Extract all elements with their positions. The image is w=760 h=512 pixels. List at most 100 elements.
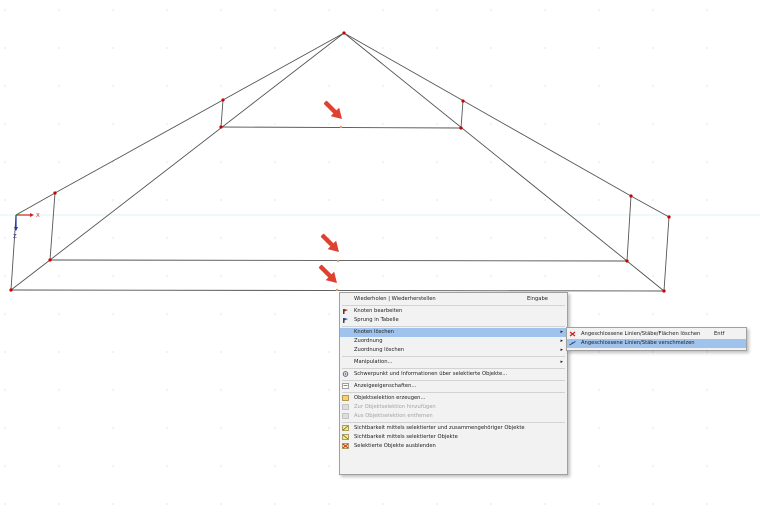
- grid-dot: [436, 47, 438, 49]
- node-selected[interactable]: [339, 125, 343, 129]
- grid-dot: [652, 427, 654, 429]
- merge-lines-icon: [569, 340, 577, 347]
- grid-dot: [112, 313, 114, 315]
- node[interactable]: [459, 126, 463, 130]
- menu-item[interactable]: Objektselektion erzeugen...: [340, 394, 567, 403]
- grid-dot: [4, 85, 6, 87]
- grid-dot: [598, 427, 600, 429]
- menu-item: Zur Objektselektion hinzufügen: [340, 403, 567, 412]
- grid-dot: [598, 47, 600, 49]
- member-line: [10, 259, 51, 291]
- context-menu[interactable]: Wiederholen | Wiederherstellen Eingabe Kno…: [339, 292, 568, 475]
- grid-dot: [220, 85, 222, 87]
- node[interactable]: [667, 215, 671, 219]
- grid-dot: [274, 9, 276, 11]
- grid-dot: [4, 9, 6, 11]
- member-line: [49, 192, 56, 261]
- menu-separator: [342, 380, 565, 381]
- grid-dot: [598, 161, 600, 163]
- grid-dot: [274, 237, 276, 239]
- grid-dot: [544, 275, 546, 277]
- grid-dot: [166, 503, 168, 505]
- grid-dot: [58, 389, 60, 391]
- grid-dot: [598, 351, 600, 353]
- grid-dot: [382, 123, 384, 125]
- node[interactable]: [48, 258, 52, 262]
- grid-dot: [274, 351, 276, 353]
- node-selected[interactable]: [335, 288, 339, 292]
- grid-dot: [220, 503, 222, 505]
- node[interactable]: [53, 191, 57, 195]
- menu-item-label: Angeschlossene Linien/Stäbe verschmelzen: [581, 340, 695, 346]
- submenu-arrow-icon: ▸: [560, 359, 563, 365]
- menu-item[interactable]: Angeschlossene Linien/Stäbe/Flächen lösc…: [567, 330, 746, 339]
- node[interactable]: [219, 125, 223, 129]
- grid-dot: [706, 47, 708, 49]
- grid-dot: [490, 9, 492, 11]
- grid-dot: [112, 465, 114, 467]
- grid-dot: [58, 275, 60, 277]
- menu-item[interactable]: Wiederholen | Wiederherstellen Eingabe: [340, 295, 567, 304]
- display-properties-icon: [342, 383, 350, 390]
- member-line: [49, 32, 345, 261]
- menu-item[interactable]: Manipulation... ▸: [340, 358, 567, 367]
- grid-dot: [58, 427, 60, 429]
- node[interactable]: [342, 31, 346, 35]
- node[interactable]: [629, 194, 633, 198]
- node[interactable]: [625, 259, 629, 263]
- menu-item[interactable]: Schwerpunkt und Informationen über selek…: [340, 370, 567, 379]
- grid-dot: [220, 161, 222, 163]
- grid-dot: [58, 351, 60, 353]
- grid-dot: [652, 123, 654, 125]
- grid-dot: [220, 9, 222, 11]
- menu-item[interactable]: Angeschlossene Linien/Stäbe verschmelzen: [567, 339, 746, 348]
- grid-dot: [652, 237, 654, 239]
- grid-dot: [328, 47, 330, 49]
- menu-item-label: Schwerpunkt und Informationen über selek…: [354, 371, 508, 377]
- grid-dot: [112, 237, 114, 239]
- grid-dot: [220, 465, 222, 467]
- menu-item-label: Wiederholen | Wiederherstellen: [354, 296, 436, 302]
- menu-item-shortcut: Entf: [714, 331, 725, 337]
- grid-dot: [598, 123, 600, 125]
- grid-dot: [328, 123, 330, 125]
- node[interactable]: [221, 98, 225, 102]
- menu-item-label: Sichtbarkeit mittels selektierter und zu…: [354, 425, 525, 431]
- node[interactable]: [461, 99, 465, 103]
- grid-dot: [220, 427, 222, 429]
- menu-item[interactable]: Selektierte Objekte ausblenden: [340, 442, 567, 451]
- menu-item[interactable]: Sichtbarkeit mittels selektierter und zu…: [340, 424, 567, 433]
- grid-dot: [112, 199, 114, 201]
- grid-dot: [598, 85, 600, 87]
- grid-dot: [706, 503, 708, 505]
- submenu-knoten-loeschen[interactable]: Angeschlossene Linien/Stäbe/Flächen lösc…: [566, 327, 747, 351]
- grid-dot: [706, 351, 708, 353]
- grid-dot: [220, 313, 222, 315]
- grid-dot: [706, 9, 708, 11]
- menu-item[interactable]: Zuordnung löschen ▸: [340, 346, 567, 355]
- grid-dot: [274, 47, 276, 49]
- node-selected[interactable]: [336, 259, 340, 263]
- menu-item[interactable]: Zuordnung ▸: [340, 337, 567, 346]
- menu-item[interactable]: Sichtbarkeit mittels selektierter Objekt…: [340, 433, 567, 442]
- grid-dot: [490, 85, 492, 87]
- grid-dot: [382, 237, 384, 239]
- grid-dot: [652, 9, 654, 11]
- menu-item[interactable]: Anzeigeeigenschaften...: [340, 382, 567, 391]
- grid-dot: [274, 427, 276, 429]
- grid-dot: [652, 351, 654, 353]
- grid-dot: [166, 161, 168, 163]
- grid-dot: [652, 503, 654, 505]
- red-arrow-icon: [323, 100, 342, 119]
- menu-item[interactable]: Knoten bearbeiten: [340, 307, 567, 316]
- grid-dot: [490, 275, 492, 277]
- menu-item[interactable]: Sprung in Tabelle: [340, 316, 567, 325]
- grid-dot: [4, 389, 6, 391]
- submenu-arrow-icon: ▸: [560, 347, 563, 353]
- grid-dot: [436, 199, 438, 201]
- node[interactable]: [662, 289, 666, 293]
- menu-item[interactable]: Knoten löschen ▸: [340, 328, 567, 337]
- node[interactable]: [9, 288, 13, 292]
- grid-dot: [58, 465, 60, 467]
- member-line: [343, 32, 628, 262]
